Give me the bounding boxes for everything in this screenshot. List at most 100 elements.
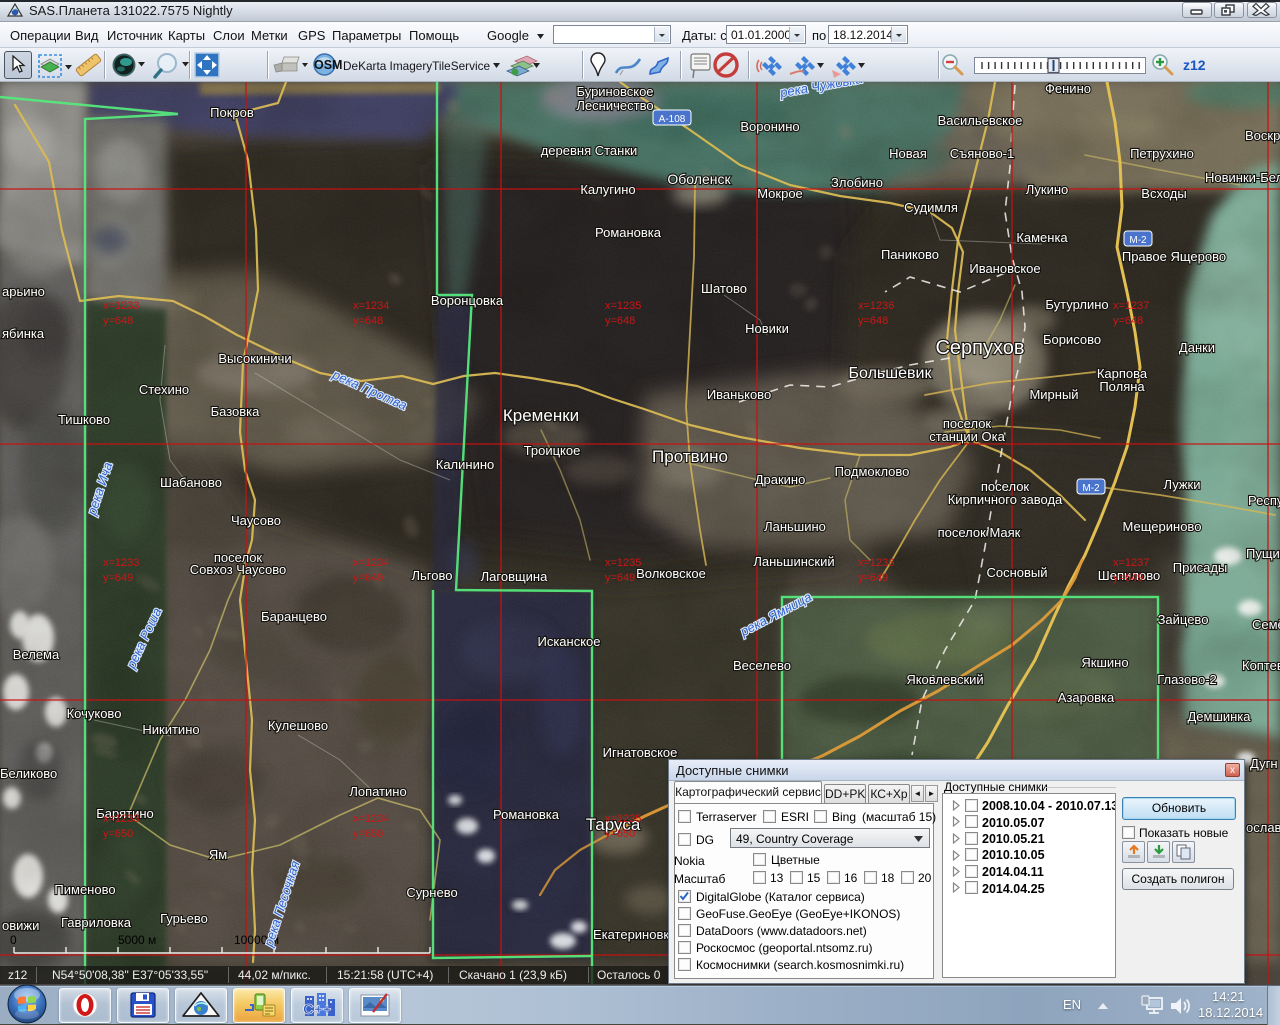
svg-text:Веселево: Веселево	[733, 658, 791, 673]
svg-text:x=1233: x=1233	[103, 557, 139, 569]
svg-text:Никитино: Никитино	[142, 722, 199, 737]
svg-text:ославце: ославце	[1246, 820, 1280, 835]
svg-text:Мещериново: Мещериново	[1123, 519, 1202, 534]
svg-text:Воронцовка: Воронцовка	[431, 293, 504, 308]
svg-text:Воронино: Воронино	[740, 119, 799, 134]
svg-text:y=649: y=649	[103, 572, 133, 584]
svg-text:y=648: y=648	[605, 315, 635, 327]
svg-text:Стехино: Стехино	[139, 382, 189, 397]
svg-text:Шатово: Шатово	[701, 281, 747, 296]
svg-text:Сосновый: Сосновый	[986, 565, 1047, 580]
svg-text:y=650: y=650	[103, 828, 133, 840]
svg-text:Новинки-Бел: Новинки-Бел	[1205, 170, 1280, 185]
svg-text:Бутурлино: Бутурлино	[1045, 297, 1108, 312]
svg-text:Дракино: Дракино	[755, 472, 806, 487]
svg-text:поселок Маяк: поселок Маяк	[938, 525, 1021, 540]
svg-text:Семён: Семён	[1252, 617, 1280, 632]
svg-text:Калинино: Калинино	[436, 457, 495, 472]
svg-text:Кочуково: Кочуково	[67, 706, 122, 721]
svg-text:Троицкое: Троицкое	[524, 443, 581, 458]
svg-text:Лопатино: Лопатино	[349, 784, 406, 799]
svg-text:x=1234: x=1234	[353, 813, 389, 825]
svg-text:C++: C++	[303, 1001, 332, 1018]
svg-text:x=1236: x=1236	[858, 557, 894, 569]
svg-text:Кирпичного завода: Кирпичного завода	[948, 492, 1063, 507]
svg-text:Беликово: Беликово	[0, 766, 57, 781]
svg-text:Фенино: Фенино	[1045, 82, 1091, 96]
svg-text:y=649: y=649	[858, 572, 888, 584]
svg-text:Серпухов: Серпухов	[935, 337, 1024, 359]
svg-text:Паниково: Паниково	[881, 247, 939, 262]
svg-text:М-2: М-2	[1082, 483, 1100, 494]
svg-text:Присады: Присады	[1173, 560, 1228, 575]
svg-text:Мокрое: Мокрое	[757, 186, 803, 201]
svg-text:Шабаново: Шабаново	[160, 475, 222, 490]
svg-text:Романовка: Романовка	[595, 225, 662, 240]
svg-text:5000 м: 5000 м	[118, 933, 156, 947]
svg-text:x=1235: x=1235	[605, 300, 641, 312]
svg-text:x=1233: x=1233	[103, 813, 139, 825]
svg-text:x=1234: x=1234	[353, 557, 389, 569]
svg-text:Васильевское: Васильевское	[938, 113, 1023, 128]
svg-text:y=648: y=648	[353, 315, 383, 327]
svg-text:Поляна: Поляна	[1099, 379, 1145, 394]
svg-text:Новики: Новики	[745, 321, 789, 336]
svg-text:Гурьево: Гурьево	[160, 911, 208, 926]
svg-text:y=648: y=648	[858, 315, 888, 327]
svg-text:Лаговщина: Лаговщина	[481, 569, 548, 584]
svg-text:Сурнево: Сурнево	[406, 885, 457, 900]
svg-text:Буриновское: Буриновское	[576, 84, 653, 99]
svg-text:Петрухино: Петрухино	[1130, 146, 1194, 161]
svg-text:Волковское: Волковское	[636, 566, 706, 581]
svg-text:Дугн: Дугн	[1250, 756, 1278, 771]
svg-text:Яковлевский: Яковлевский	[906, 672, 983, 687]
svg-text:Совхоз Чаусово: Совхоз Чаусово	[190, 562, 287, 577]
svg-text:Демшинка: Демшинка	[1187, 709, 1251, 724]
svg-text:Велема: Велема	[13, 647, 60, 662]
svg-text:x=1237: x=1237	[1113, 557, 1149, 569]
svg-text:x=1235: x=1235	[605, 813, 641, 825]
svg-text:Новая: Новая	[889, 146, 927, 161]
svg-text:Чаусово: Чаусово	[231, 513, 281, 528]
svg-text:x=1235: x=1235	[605, 557, 641, 569]
svg-text:Воскрес: Воскрес	[1245, 128, 1280, 143]
svg-text:y=648: y=648	[1113, 315, 1143, 327]
svg-text:Протвино: Протвино	[652, 447, 728, 466]
svg-text:Лесничество: Лесничество	[576, 98, 653, 113]
svg-text:Данки: Данки	[1179, 340, 1215, 355]
svg-text:y=650: y=650	[353, 828, 383, 840]
svg-text:Ланьшинский: Ланьшинский	[753, 554, 834, 569]
svg-text:Покров: Покров	[210, 105, 254, 120]
svg-text:Романовка: Романовка	[493, 807, 560, 822]
svg-text:y=649: y=649	[605, 572, 635, 584]
svg-text:Гавриловка: Гавриловка	[61, 915, 132, 930]
svg-text:Иваньково: Иваньково	[707, 387, 771, 402]
svg-text:y=649: y=649	[353, 572, 383, 584]
svg-text:Коптев: Коптев	[1242, 658, 1280, 673]
svg-text:Игнатовское: Игнатовское	[603, 745, 678, 760]
svg-text:Борисово: Борисово	[1043, 332, 1101, 347]
svg-text:0: 0	[10, 933, 17, 947]
svg-text:Зайцево: Зайцево	[1158, 612, 1209, 627]
svg-text:y=649: y=649	[1113, 572, 1143, 584]
svg-text:А-108: А-108	[659, 114, 686, 125]
svg-text:Кременки: Кременки	[503, 406, 579, 425]
svg-text:Пименово: Пименово	[54, 882, 115, 897]
svg-text:Злобино: Злобино	[831, 175, 883, 190]
svg-text:арьино: арьино	[2, 284, 45, 299]
svg-text:Ям: Ям	[209, 847, 227, 862]
svg-text:Калугино: Калугино	[580, 182, 635, 197]
svg-text:Ланьшино: Ланьшино	[764, 519, 826, 534]
svg-text:Лужки: Лужки	[1164, 477, 1201, 492]
svg-text:Тишково: Тишково	[58, 412, 110, 427]
svg-text:Якшино: Якшино	[1081, 655, 1128, 670]
svg-text:Екатериновк: Екатериновк	[593, 927, 669, 942]
svg-text:Баранцево: Баранцево	[261, 609, 327, 624]
svg-text:Пущи: Пущи	[1246, 546, 1280, 561]
svg-text:Оболенск: Оболенск	[667, 171, 731, 187]
svg-text:Каменка: Каменка	[1016, 230, 1068, 245]
svg-text:Подмоклово: Подмоклово	[835, 464, 910, 479]
svg-text:y=650: y=650	[605, 828, 635, 840]
svg-text:деревня Станки: деревня Станки	[541, 143, 638, 158]
svg-text:Мирный: Мирный	[1029, 387, 1078, 402]
